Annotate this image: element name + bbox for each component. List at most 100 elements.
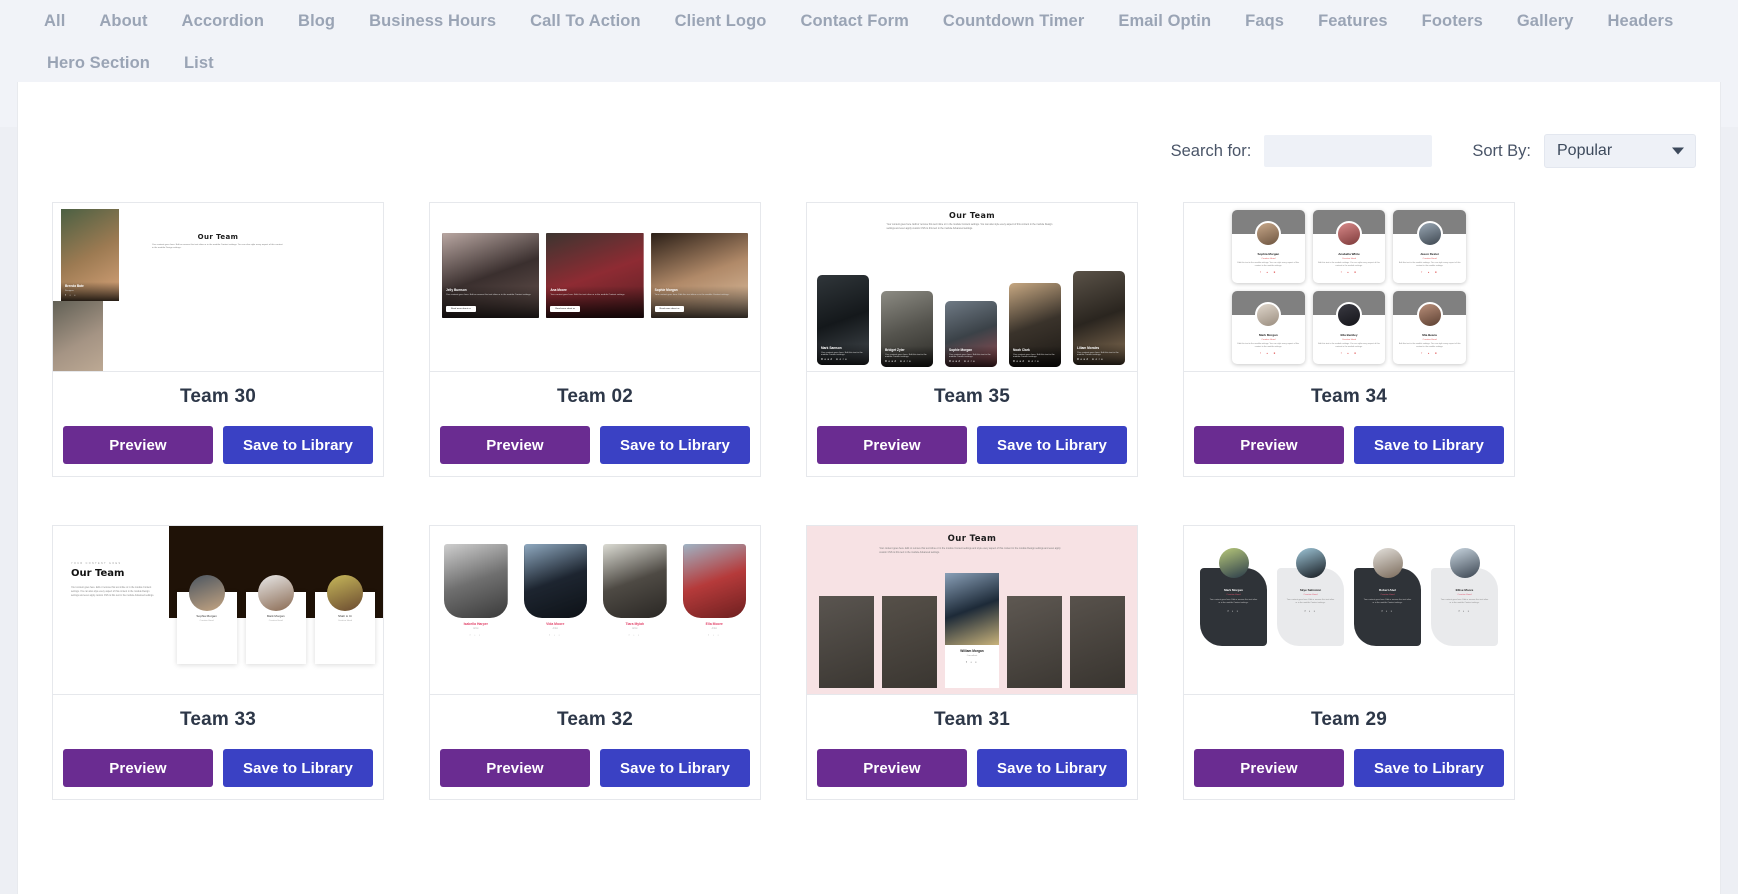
nav-item-footers[interactable]: Footers [1405,0,1500,42]
nav-item-about[interactable]: About [82,0,164,42]
nav-item-list[interactable]: List [167,42,231,84]
member-body: Your content goes here. Edit or remove t… [1363,598,1412,604]
preview-member: Robert Abel Creative Head Your content g… [1354,548,1421,646]
save-to-library-button[interactable]: Save to Library [977,426,1127,464]
member-name: Mark Morgan [266,614,285,618]
preview-member: Noah Clark Your content goes here. Edit t… [1009,283,1061,367]
avatar [1295,548,1326,578]
card-body: Team 31 [807,695,1137,731]
preview-button[interactable]: Preview [63,426,213,464]
save-to-library-button[interactable]: Save to Library [223,749,373,787]
save-to-library-button[interactable]: Save to Library [600,426,750,464]
preview-header: Our Team Your content goes here. Edit or… [152,233,284,251]
preview-heading: Our Team [197,233,239,241]
template-thumbnail-team-29[interactable]: Mark Morgan Creative Head Your content g… [1184,526,1514,695]
card-body: Team 33 [53,695,383,731]
template-thumbnail-team-32[interactable]: Isabella Harper Artist f • ▪ Vida Moore … [430,526,760,695]
member-body: Your content goes here. Edit or remove t… [1209,598,1258,604]
avatar [1416,221,1443,247]
nav-item-hero-section[interactable]: Hero Section [30,42,167,84]
template-thumbnail-team-33[interactable]: Your content goes Our Team Your content … [53,526,383,695]
sort-by-select[interactable]: Popular [1544,134,1696,168]
member-name: Liliam Morales [1077,346,1100,351]
member-name: Ella Bentley [1340,333,1358,337]
template-thumbnail-team-35[interactable]: Our Team Your content goes here. Edit or… [807,203,1137,372]
nav-item-contact-form[interactable]: Contact Form [783,0,925,42]
avatar [1218,548,1249,578]
preview-member: Liliam Morales Your content goes here. Ed… [1073,271,1125,365]
nav-item-countdown-timer[interactable]: Countdown Timer [926,0,1101,42]
preview-button[interactable]: Preview [817,426,967,464]
preview-button[interactable]: Preview [1194,426,1344,464]
save-to-library-button[interactable]: Save to Library [600,749,750,787]
member-button: Read more [1077,358,1105,361]
member-body: Edit this text in the module settings. Y… [1237,343,1300,348]
chevron-down-icon [1672,147,1684,155]
template-thumbnail-team-34[interactable]: Sophia Morgan Creative Head Edit this te… [1184,203,1514,372]
nav-item-call-to-action[interactable]: Call To Action [513,0,657,42]
social-icons: f • ▪ [1458,608,1471,613]
nav-item-faqs[interactable]: Faqs [1228,0,1301,42]
nav-item-all[interactable]: All [30,0,82,42]
template-thumbnail-team-30[interactable]: Our Team Your content goes here. Edit or… [53,203,383,372]
template-card: Our Team Your content goes here. Edit or… [52,202,384,477]
save-to-library-button[interactable]: Save to Library [1354,426,1504,464]
save-to-library-button[interactable]: Save to Library [1354,749,1504,787]
member-name: Robert Abel [1379,588,1396,592]
save-to-library-button[interactable]: Save to Library [223,426,373,464]
avatar [1449,548,1480,578]
member-body: Your content goes here. Edit or remove t… [1286,598,1335,604]
nav-item-headers[interactable]: Headers [1591,0,1691,42]
social-icons: f • ▪ [469,633,482,637]
social-icons: f • ▪ [628,633,641,637]
card-actions: Preview Save to Library [430,731,760,799]
preview-header: Our Team Your content goes here. Edit or… [847,534,1098,554]
member-role: Creative Head [1342,257,1356,260]
social-icons: f • ▪ [965,660,979,664]
template-thumbnail-team-31[interactable]: Our Team Your content goes here. Edit or… [807,526,1137,695]
nav-item-features[interactable]: Features [1301,0,1405,42]
nav-item-email-optin[interactable]: Email Optin [1101,0,1228,42]
member-name: Jason Dexter [1420,252,1440,256]
member-button: Read more [1013,360,1041,363]
member-button: Read more [885,360,913,363]
preview-button[interactable]: Preview [440,749,590,787]
social-icons: f ● ■ [1340,352,1358,355]
preview-heading: Our Team [949,211,995,220]
card-title: Team 32 [556,709,634,730]
nav-item-business-hours[interactable]: Business Hours [352,0,513,42]
template-thumbnail-team-02[interactable]: Jelly Bumson Your content goes here. Edit… [430,203,760,372]
preview-button[interactable]: Preview [440,426,590,464]
member-name: Brenda Bate [65,284,84,289]
member-name: William Morgan [960,649,984,653]
member-name: Ellise Moore [1455,588,1474,592]
preview-team-34: Sophia Morgan Creative Head Edit this te… [1184,203,1514,371]
member-button: Read more [949,360,977,363]
preview-body: Your content goes here. Edit or remove t… [152,244,283,250]
preview-button[interactable]: Preview [1194,749,1344,787]
card-body: Team 34 [1184,372,1514,408]
member-body: Edit this text in the module settings. Y… [1318,343,1380,348]
nav-item-client-logo[interactable]: Client Logo [658,0,784,42]
preview-body: Your content goes here. Edit or remove t… [71,587,154,598]
template-grid: Our Team Your content goes here. Edit or… [18,168,1720,800]
search-input[interactable] [1264,135,1433,167]
member-name: Sophia Morgan [1257,252,1280,256]
preview-text-column: Your content goes Our Team Your content … [53,526,169,694]
nav-item-accordion[interactable]: Accordion [165,0,282,42]
preview-button[interactable]: Preview [817,749,967,787]
preview-button[interactable]: Preview [63,749,213,787]
search-label: Search for: [1170,141,1252,160]
nav-item-blog[interactable]: Blog [281,0,352,42]
category-nav-row-1: All About Accordion Blog Business Hours … [18,0,1720,85]
member-body: Your content goes here. Edit this text i… [654,294,730,296]
preview-member: Shah Li Ci Creative Head [314,575,376,664]
member-role: Creative Head [1342,338,1356,341]
preview-member: Sophie Morgan Your content goes here. Edi… [650,233,748,318]
save-to-library-button[interactable]: Save to Library [977,749,1127,787]
nav-item-gallery[interactable]: Gallery [1500,0,1591,42]
member-role: Creative Head [1261,257,1276,260]
member-name: Mark Morgan [1224,588,1243,592]
preview-member: Isabella Harper Artist f • ▪ [444,544,508,637]
preview-member: Ella Moore Artist f • ▪ [682,544,746,637]
